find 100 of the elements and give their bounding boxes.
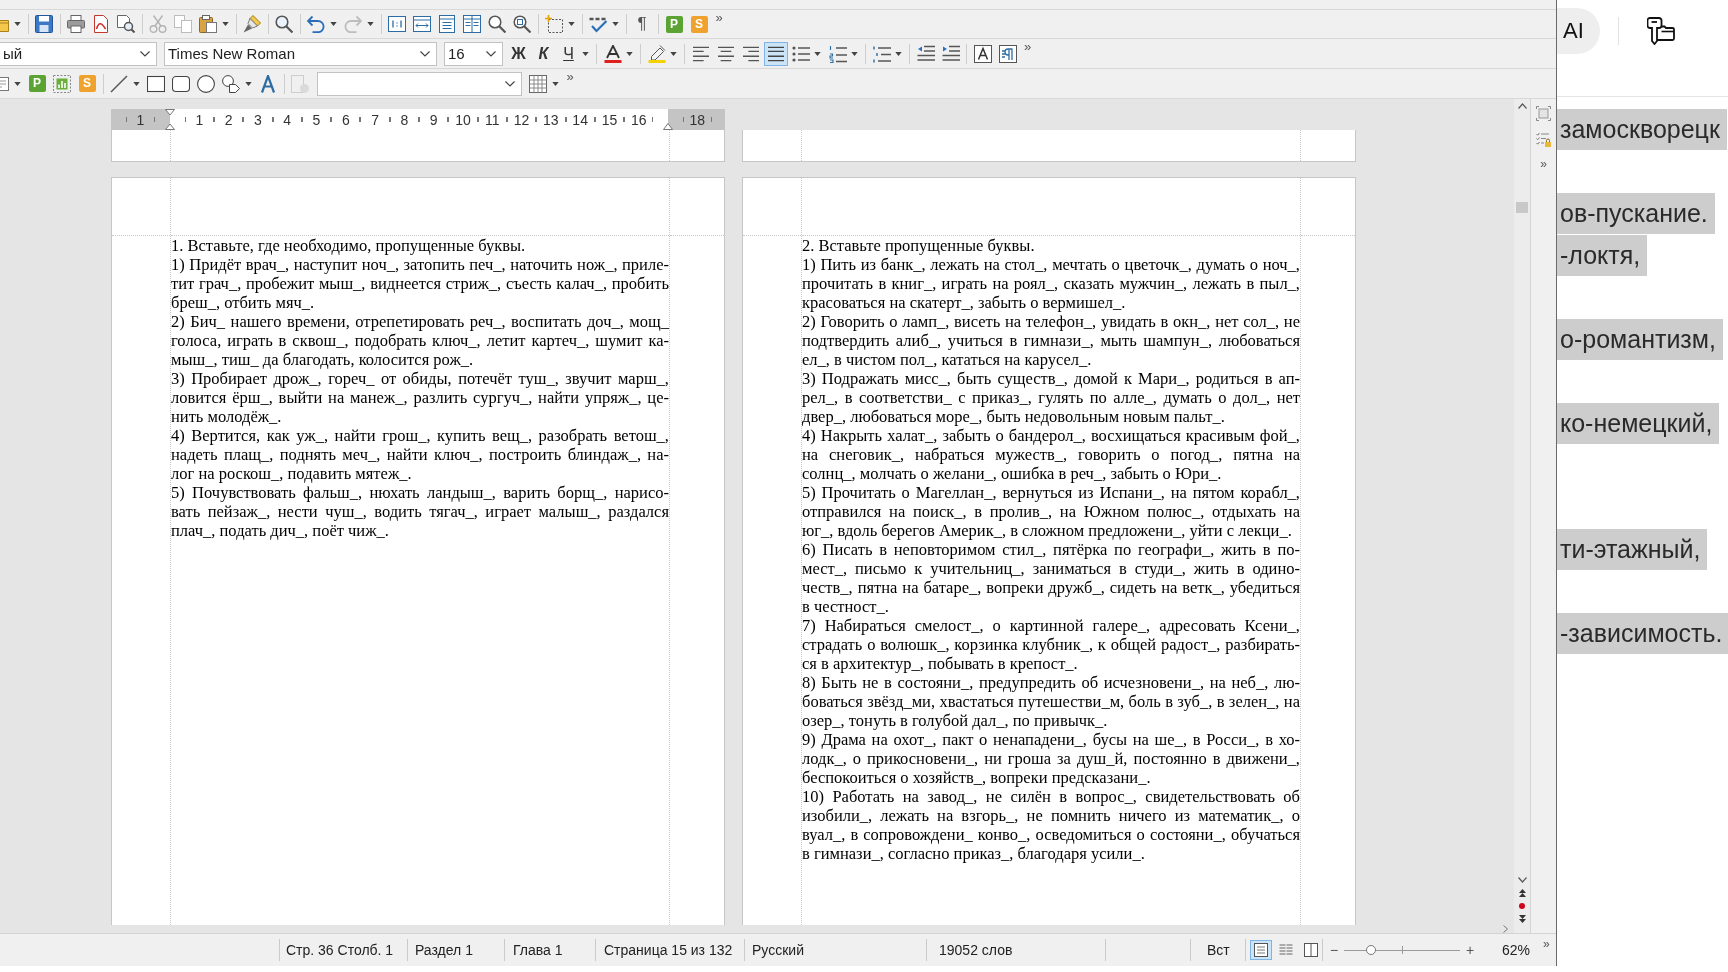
status-overflow-button[interactable]: » <box>1543 938 1550 950</box>
checklist-lock-icon[interactable] <box>1536 132 1551 147</box>
status-text: Глава 1 <box>513 942 563 958</box>
caret-icon[interactable] <box>132 81 140 86</box>
page-width-icon[interactable] <box>413 15 431 33</box>
undo-icon[interactable] <box>307 15 325 33</box>
ai-button[interactable]: AI <box>1557 8 1600 54</box>
font-color-icon[interactable] <box>603 44 622 63</box>
zoom-value[interactable]: 62% <box>1502 942 1531 958</box>
chevron-down-icon[interactable] <box>1517 877 1527 883</box>
justify-icon <box>767 45 784 62</box>
toolbar-overflow-button[interactable]: » <box>715 11 723 25</box>
actual-size-icon[interactable] <box>388 15 406 33</box>
paragraph-dialog-icon[interactable] <box>998 44 1017 63</box>
align-right-icon <box>742 45 759 62</box>
exercise-text: 3) Пробирает дрож_, гореч_ от обиды, потечёт туш_, звучит марш_, ловится ёрш_, выйти на манеж_, разлить сургуч_, найти упряж_, це- нить молодёж_. <box>171 369 669 426</box>
text-box-icon[interactable] <box>973 44 992 63</box>
single-page-icon[interactable] <box>438 15 456 33</box>
status-text: Раздел 1 <box>415 942 473 958</box>
chevron-down-icon[interactable] <box>420 50 430 57</box>
exercise-text: 9) Драма на охот_, пакт о ненападени_, бусы на ше_, в Росси_, в хо- лодк_, о прикосновени_, ни гроша за душ_й, постоянно в движени_, беспокоиться о хозяйств_, вопреки предсказани_. <box>802 730 1300 787</box>
pdf-file-icon[interactable] <box>92 15 110 33</box>
bulleted-list-icon[interactable] <box>791 44 810 63</box>
slider-thumb[interactable] <box>1365 945 1376 955</box>
decrease-indent-icon[interactable] <box>916 44 935 63</box>
scrollbar-thumb[interactable] <box>1516 202 1528 213</box>
underline-button[interactable]: Ч <box>556 41 581 66</box>
double-caret-down-icon[interactable] <box>1518 915 1526 923</box>
font-size-field[interactable]: 16 <box>444 41 503 66</box>
exercise-text: 3) Подражать мисс_, быть существ_, домой к Мари_, родиться в ап- рел_, в соответстви_ с приказ_, гулять по алле_, думать о дол_, нет двер_, любоваться море_, быть недовольным новым пальт_. <box>802 369 1300 426</box>
formatting-marks-button[interactable]: ¶ <box>633 14 651 34</box>
double-caret-up-icon[interactable] <box>1518 889 1526 897</box>
zoom-out-button[interactable]: − <box>1328 942 1340 958</box>
ruler-number: 11 <box>485 111 500 128</box>
chevron-up-icon[interactable] <box>1517 103 1527 109</box>
status-text: Вст <box>1207 942 1230 958</box>
table-icon[interactable] <box>529 74 547 93</box>
exercise-text: 4) Накрыть халат_, забыть о бандерол_, восхищаться красивым фой_, на снеговик_, набраться мужеств_, говорить о погод_, пятна на солнц_, молчать о желани_, ошибка в реч_, забыть о Юри_. <box>802 426 1300 483</box>
zoom-page-icon[interactable] <box>513 15 531 33</box>
key-folder-icon[interactable] <box>1647 17 1675 45</box>
justify-button[interactable] <box>763 41 788 66</box>
frame-corners-icon[interactable] <box>1536 106 1551 121</box>
paragraph-style-field[interactable]: ый <box>0 41 157 66</box>
spellcheck-icon[interactable] <box>589 15 607 33</box>
navigation-dot-icon[interactable] <box>1519 903 1525 909</box>
ruler-number: 12 <box>513 111 530 128</box>
toolbar-overflow-button[interactable]: » <box>566 70 574 84</box>
increase-indent-icon[interactable] <box>941 44 960 63</box>
caret-icon[interactable] <box>895 51 902 56</box>
zoom-icon[interactable] <box>488 15 506 33</box>
chevron-down-icon[interactable] <box>140 50 150 57</box>
book-view-icon <box>1304 943 1318 957</box>
zoom-in-button[interactable]: + <box>1464 942 1476 958</box>
caret-icon[interactable] <box>366 22 374 26</box>
highlighted-text: -зависимость. <box>1557 613 1728 654</box>
name-field[interactable] <box>316 71 522 96</box>
clipboard-icon[interactable] <box>199 15 217 33</box>
search-icon[interactable] <box>275 15 293 33</box>
caret-icon[interactable] <box>221 22 229 26</box>
caret-icon[interactable] <box>13 81 21 86</box>
caret-icon[interactable] <box>851 51 858 56</box>
highlighted-text: ов-пускание. <box>1557 193 1715 234</box>
caret-icon[interactable] <box>626 51 633 56</box>
caret-icon[interactable] <box>611 22 619 26</box>
caret-icon[interactable] <box>582 51 589 56</box>
highlighted-text: ти-этажный, <box>1557 529 1708 570</box>
line-icon[interactable] <box>110 74 128 93</box>
chart-frame-icon[interactable] <box>53 74 71 93</box>
caret-icon[interactable] <box>551 81 559 86</box>
bold-button[interactable]: Ж <box>506 41 531 66</box>
shapes-icon[interactable] <box>222 74 240 93</box>
caret-icon[interactable] <box>244 81 252 86</box>
caret-icon[interactable] <box>329 22 337 26</box>
caret-icon[interactable] <box>13 22 21 26</box>
paintbrush-icon[interactable] <box>243 15 261 33</box>
text-frame-icon[interactable] <box>545 15 563 33</box>
caret-icon[interactable] <box>814 51 821 56</box>
printer-icon[interactable] <box>67 15 85 33</box>
single-page-view-button[interactable] <box>1250 940 1272 960</box>
toolbar-overflow-button[interactable]: » <box>1024 40 1032 54</box>
status-text: Страница 15 из 132 <box>604 942 733 958</box>
sidebar-overflow-button[interactable]: » <box>1540 158 1547 170</box>
caret-icon[interactable] <box>670 51 677 56</box>
italic-button[interactable]: К <box>531 41 556 66</box>
chevron-right-icon[interactable] <box>1503 925 1508 933</box>
highlighted-text: -локтя, <box>1557 235 1648 276</box>
indent-marker-icon[interactable] <box>165 109 175 130</box>
highlighter-icon[interactable] <box>647 44 666 63</box>
font-name-field[interactable]: Times New Roman <box>164 41 437 66</box>
print-preview-icon[interactable] <box>117 15 135 33</box>
two-pages-icon[interactable] <box>463 15 481 33</box>
fontwork-icon[interactable] <box>259 74 277 93</box>
chevron-down-icon[interactable] <box>504 80 515 87</box>
chevron-down-icon[interactable] <box>486 50 496 57</box>
numbered-list-icon[interactable] <box>828 44 847 63</box>
exercise-text: 2) Бич_ нашего времени, отрепетировать реч_, воспитать доч_, мощ_ голоса, играть в сквош_, подобрать ключ_, летит картеч_, шумит ка- мыш_, тиш_ да благодать, колосится рож_. <box>171 312 669 369</box>
caret-icon[interactable] <box>567 22 575 26</box>
ruler-number: 13 <box>543 111 559 128</box>
ellipse-icon[interactable] <box>197 74 215 93</box>
outline-list-icon[interactable] <box>872 44 891 63</box>
